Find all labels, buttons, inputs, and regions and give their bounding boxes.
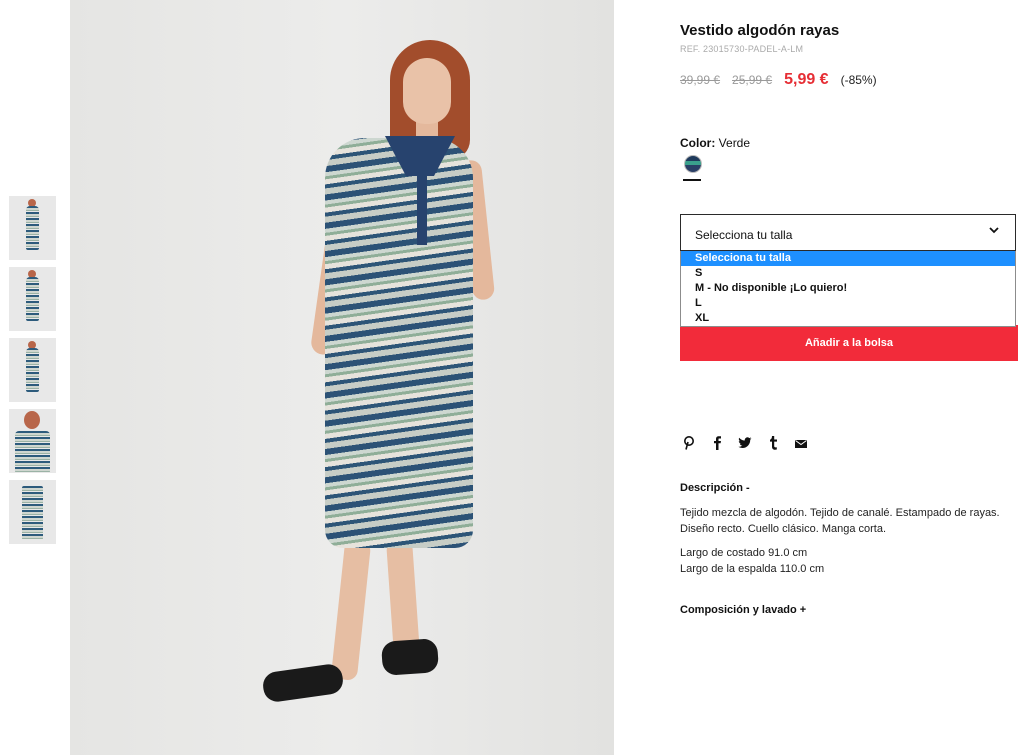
size-option-xl[interactable]: XL <box>681 311 1015 326</box>
discount-badge: (-85%) <box>840 73 877 87</box>
thumbnail-dress <box>26 206 39 250</box>
product-ref: REF. 23015730-PADEL-A-LM <box>680 44 804 54</box>
striped-dress <box>325 138 473 548</box>
share-icons <box>682 436 808 450</box>
sandal-left <box>261 662 345 704</box>
facebook-icon[interactable] <box>710 436 724 450</box>
thumbnail-3[interactable] <box>9 338 56 402</box>
price-row: 39,99 € 25,99 € 5,99 € (-85%) <box>680 71 877 89</box>
dress-placket <box>417 175 427 245</box>
size-option-s[interactable]: S <box>681 266 1015 281</box>
thumbnail-4[interactable] <box>9 409 56 473</box>
price-current: 5,99 € <box>784 71 829 88</box>
description-heading[interactable]: Descripción - <box>680 482 750 494</box>
color-swatch-verde[interactable] <box>684 155 702 173</box>
thumbnail-dress <box>26 348 39 392</box>
dimensions: Largo de costado 91.0 cm Largo de la esp… <box>680 545 824 577</box>
model-face <box>403 58 451 124</box>
product-main-image <box>70 0 614 755</box>
chevron-down-icon <box>989 227 999 234</box>
size-dropdown-list: Selecciona tu talla S M - No disponible … <box>680 251 1016 327</box>
size-option[interactable]: Selecciona tu talla <box>681 251 1015 266</box>
thumbnail-list <box>9 196 56 551</box>
dimension-side-length: Largo de costado 91.0 cm <box>680 547 808 559</box>
model-leg-left <box>330 539 372 681</box>
color-label-row: Color: Verde <box>680 136 750 150</box>
size-option-m[interactable]: M - No disponible ¡Lo quiero! <box>681 281 1015 296</box>
dimension-back-length: Largo de la espalda 110.0 cm <box>680 563 825 575</box>
twitter-icon[interactable] <box>738 436 752 450</box>
thumbnail-dress <box>22 486 43 540</box>
size-select-value: Selecciona tu talla <box>695 228 793 242</box>
composition-heading[interactable]: Composición y lavado + <box>680 604 806 616</box>
sandal-right <box>380 638 440 676</box>
tumblr-icon[interactable] <box>766 436 780 450</box>
thumbnail-dress <box>26 277 39 321</box>
model-leg-right <box>386 539 420 656</box>
size-select[interactable]: Selecciona tu talla <box>680 214 1016 251</box>
color-value: Verde <box>718 136 751 150</box>
description-text: Tejido mezcla de algodón. Tejido de cana… <box>680 507 1000 535</box>
size-option-l[interactable]: L <box>681 296 1015 311</box>
thumbnail-dress <box>15 431 50 473</box>
add-to-bag-button[interactable]: Añadir a la bolsa <box>680 325 1018 361</box>
price-previous: 25,99 € <box>732 73 773 87</box>
thumbnail-2[interactable] <box>9 267 56 331</box>
pinterest-icon[interactable] <box>682 436 696 450</box>
thumbnail-1[interactable] <box>9 196 56 260</box>
email-icon[interactable] <box>794 436 808 450</box>
product-title: Vestido algodón rayas <box>680 22 840 39</box>
swatch-selected-indicator <box>683 179 701 181</box>
thumbnail-head <box>24 411 40 429</box>
price-original: 39,99 € <box>680 73 721 87</box>
color-label: Color: <box>680 136 716 150</box>
thumbnail-5[interactable] <box>9 480 56 544</box>
